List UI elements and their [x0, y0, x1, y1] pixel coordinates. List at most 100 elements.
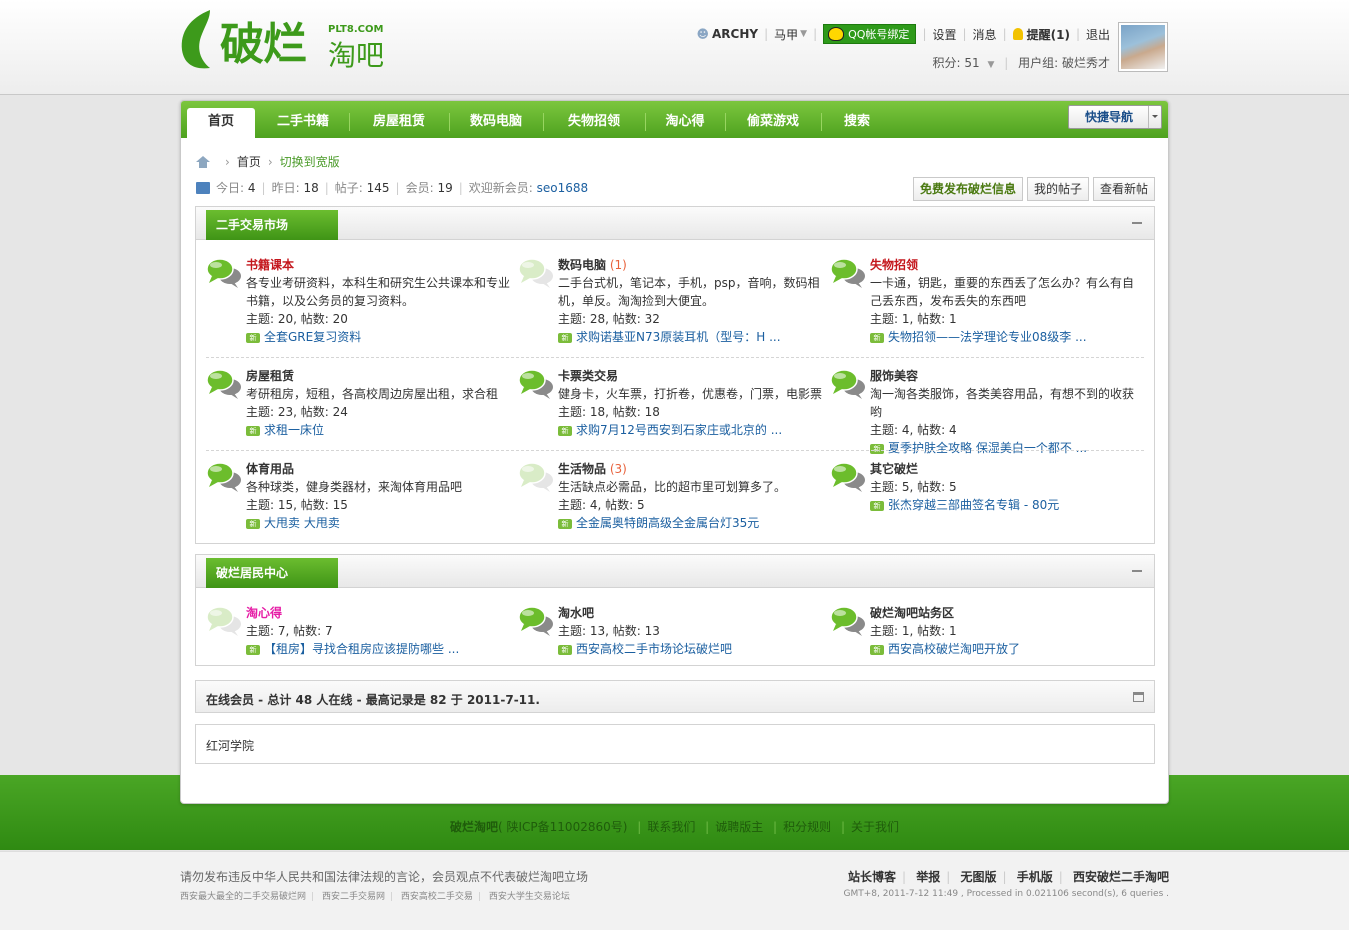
forum-desc: 二手台式机，笔记本，手机，psp，音响，数码相机，单反。淘淘捡到大便宜。 [558, 276, 820, 308]
forum-counts: 主题: 18, 帖数: 18 [558, 405, 660, 419]
user-bar: ☻ ARCHY | 马甲 ▼ | QQ帐号绑定 | 设置 | 消息 | 提醒(1… [696, 24, 1110, 44]
messages-link[interactable]: 消息 [973, 26, 997, 43]
forum-item[interactable]: 失物招领 一卡通，钥匙，重要的东西丢了怎么办？有么有自己丢东西，发布丢失的东西吧… [830, 256, 1134, 348]
forum-name[interactable]: 体育用品 [246, 462, 294, 476]
forum-counts: 主题: 20, 帖数: 20 [246, 312, 348, 326]
forum-counts: 主题: 13, 帖数: 13 [558, 624, 660, 638]
nav-home[interactable]: 首页 [187, 108, 255, 138]
new-post-icon: 新 [558, 644, 572, 655]
switch-wide-link[interactable]: 切换到宽版 [280, 153, 340, 170]
forum-item[interactable]: 数码电脑 (1) 二手台式机，笔记本，手机，psp，音响，数码相机，单反。淘淘捡到… [518, 256, 820, 348]
last-post-link[interactable]: 【租房】寻找合租房应该提防哪些 ... [264, 642, 459, 656]
forum-name[interactable]: 数码电脑 [558, 258, 606, 272]
my-posts-button[interactable]: 我的帖子 [1026, 177, 1089, 201]
forum-name[interactable]: 淘心得 [246, 606, 282, 620]
logout-link[interactable]: 退出 [1086, 26, 1110, 43]
sockpuppet-menu[interactable]: 马甲 [774, 26, 798, 43]
settings-link[interactable]: 设置 [932, 26, 956, 43]
nav-digital[interactable]: 数码电脑 [455, 108, 537, 138]
remind-link[interactable]: 提醒(1) [1027, 26, 1070, 43]
qq-bind-button[interactable]: QQ帐号绑定 [823, 24, 917, 44]
legal-notice: 请勿发布违反中华人民共和国法律法规的言论，会员观点不代表破烂淘吧立场 [180, 870, 589, 884]
forum-name[interactable]: 破烂淘吧站务区 [870, 606, 954, 620]
seo-link[interactable]: 西安大学生交易论坛 [489, 892, 570, 902]
forum-name[interactable]: 其它破烂 [870, 462, 918, 476]
footer-rules[interactable]: 积分规则 [783, 820, 831, 834]
forum-name[interactable]: 淘水吧 [558, 606, 594, 620]
home-icon[interactable] [196, 155, 210, 168]
publish-button[interactable]: 免费发布破烂信息 [912, 177, 1023, 201]
forum-item[interactable]: 其它破烂 主题: 5, 帖数: 5 新张杰穿越三部曲签名专辑 - 80元 [830, 460, 1130, 552]
footer-site[interactable]: 破烂淘吧 [450, 820, 498, 834]
nav-housing[interactable]: 房屋租赁 [355, 108, 443, 138]
site-logo[interactable]: 破烂 PLT8.COM 淘吧 [180, 8, 420, 74]
nav-game[interactable]: 偷菜游戏 [731, 108, 815, 138]
chevron-down-icon [1148, 106, 1161, 128]
last-post-link[interactable]: 求购诺基亚N73原装耳机（型号：H ... [576, 330, 781, 344]
quick-nav-button[interactable]: 快捷导航 [1068, 105, 1162, 129]
nav-search[interactable]: 搜索 [827, 108, 887, 138]
forum-item[interactable]: 服饰美容 淘一淘各类服饰，各类美容用品，有想不到的收获哟 主题: 4, 帖数: 4… [830, 367, 1134, 459]
last-post-link[interactable]: 全金属奥特朗高级全金属台灯35元 [576, 516, 759, 530]
forum-name[interactable]: 卡票类交易 [558, 369, 618, 383]
site-name-link[interactable]: 西安破烂二手淘吧 [1073, 870, 1169, 884]
collapse-icon[interactable] [1132, 570, 1142, 572]
noimage-link[interactable]: 无图版 [960, 870, 996, 884]
section-title[interactable]: 破烂居民中心 [206, 558, 338, 588]
last-post-link[interactable]: 西安高校二手市场论坛破烂吧 [576, 642, 732, 656]
forum-name[interactable]: 服饰美容 [870, 369, 918, 383]
forum-today-count: (3) [609, 462, 627, 476]
forum-name[interactable]: 生活物品 [558, 462, 606, 476]
forum-item[interactable]: 卡票类交易 健身卡，火车票，打折卷，优惠卷，门票，电影票 主题: 18, 帖数: … [518, 367, 822, 459]
report-link[interactable]: 举报 [916, 870, 940, 884]
forum-name[interactable]: 房屋租赁 [246, 369, 294, 383]
usergroup-link[interactable]: 用户组: 破烂秀才 [1018, 56, 1110, 70]
crumb-home[interactable]: 首页 [237, 153, 261, 170]
section-trade-market: 二手交易市场 书籍课本 各专业考研资料，本科生和研究生公共课本和专业书籍，以及公… [195, 206, 1155, 544]
newest-member-link[interactable]: seo1688 [537, 181, 589, 195]
forum-name[interactable]: 书籍课本 [246, 258, 294, 272]
footer-about[interactable]: 关于我们 [851, 820, 899, 834]
last-post-link[interactable]: 求租一床位 [264, 423, 324, 437]
footer-recruit[interactable]: 诚聘版主 [715, 820, 763, 834]
row-divider [206, 450, 1144, 451]
new-posts-button[interactable]: 查看新帖 [1092, 177, 1155, 201]
footer-icp[interactable]: ( 陕ICP备11002860号) [498, 820, 627, 834]
last-post-link[interactable]: 失物招领——法学理论专业08级李 ... [888, 330, 1087, 344]
seo-link[interactable]: 西安最大最全的二手交易破烂网 [180, 892, 306, 902]
forum-item[interactable]: 书籍课本 各专业考研资料，本科生和研究生公共课本和专业书籍，以及公务员的复习资料… [206, 256, 510, 348]
points-menu[interactable]: 积分: 51 [933, 56, 980, 70]
online-header: 在线会员 - 总计 48 人在线 - 最高记录是 82 于 2011-7-11. [195, 680, 1155, 713]
last-post-link[interactable]: 张杰穿越三部曲签名专辑 - 80元 [888, 498, 1059, 512]
nav-tips[interactable]: 淘心得 [651, 108, 719, 138]
nav-lostfound[interactable]: 失物招领 [549, 108, 639, 138]
seo-link[interactable]: 西安高校二手交易 [401, 892, 473, 902]
forum-counts: 主题: 15, 帖数: 15 [246, 498, 348, 512]
blog-link[interactable]: 站长博客 [848, 870, 896, 884]
last-post-link[interactable]: 夏季护肤全攻略 保湿美白一个都不 ... [888, 441, 1087, 455]
forum-item[interactable]: 生活物品 (3) 生活缺点必需品，比的超市里可划算多了。 主题: 4, 帖数: 5 新… [518, 460, 818, 552]
forum-item[interactable]: 房屋租赁 考研租房，短租，各高校周边房屋出租，求合租 主题: 23, 帖数: 24… [206, 367, 506, 459]
avatar[interactable] [1118, 22, 1168, 72]
last-post-link[interactable]: 西安高校破烂淘吧开放了 [888, 642, 1020, 656]
last-post-link[interactable]: 求购7月12号西安到石家庄或北京的 ... [576, 423, 782, 437]
last-post-link[interactable]: 大甩卖 大甩卖 [264, 516, 340, 530]
seo-link[interactable]: 西安二手交易网 [322, 892, 385, 902]
expand-icon[interactable] [1133, 692, 1144, 702]
forum-desc: 一卡通，钥匙，重要的东西丢了怎么办？有么有自己丢东西，发布丢失的东西吧 [870, 276, 1135, 308]
section-title[interactable]: 二手交易市场 [206, 210, 338, 240]
quick-nav-label: 快捷导航 [1085, 110, 1134, 124]
username-link[interactable]: ARCHY [712, 27, 758, 41]
online-member[interactable]: 红河学院 [206, 737, 254, 754]
bulb-icon [1012, 28, 1023, 40]
forum-name[interactable]: 失物招领 [870, 258, 918, 272]
mobile-link[interactable]: 手机版 [1017, 870, 1053, 884]
forum-item[interactable]: 体育用品 各种球类，健身类器材，来淘体育用品吧 主题: 15, 帖数: 15 新大甩… [206, 460, 506, 552]
forum-bubble-icon [518, 605, 554, 637]
main-nav: 首页 二手书籍 房屋租赁 数码电脑 失物招领 淘心得 偷菜游戏 搜索 快捷导航 [181, 101, 1168, 138]
top-header: 破烂 PLT8.COM 淘吧 ☻ ARCHY | 马甲 ▼ | QQ帐号绑定 |… [0, 0, 1349, 95]
nav-books[interactable]: 二手书籍 [263, 108, 343, 138]
last-post-link[interactable]: 全套GRE复习资料 [264, 330, 361, 344]
collapse-icon[interactable] [1132, 222, 1142, 224]
footer-contact[interactable]: 联系我们 [647, 820, 695, 834]
